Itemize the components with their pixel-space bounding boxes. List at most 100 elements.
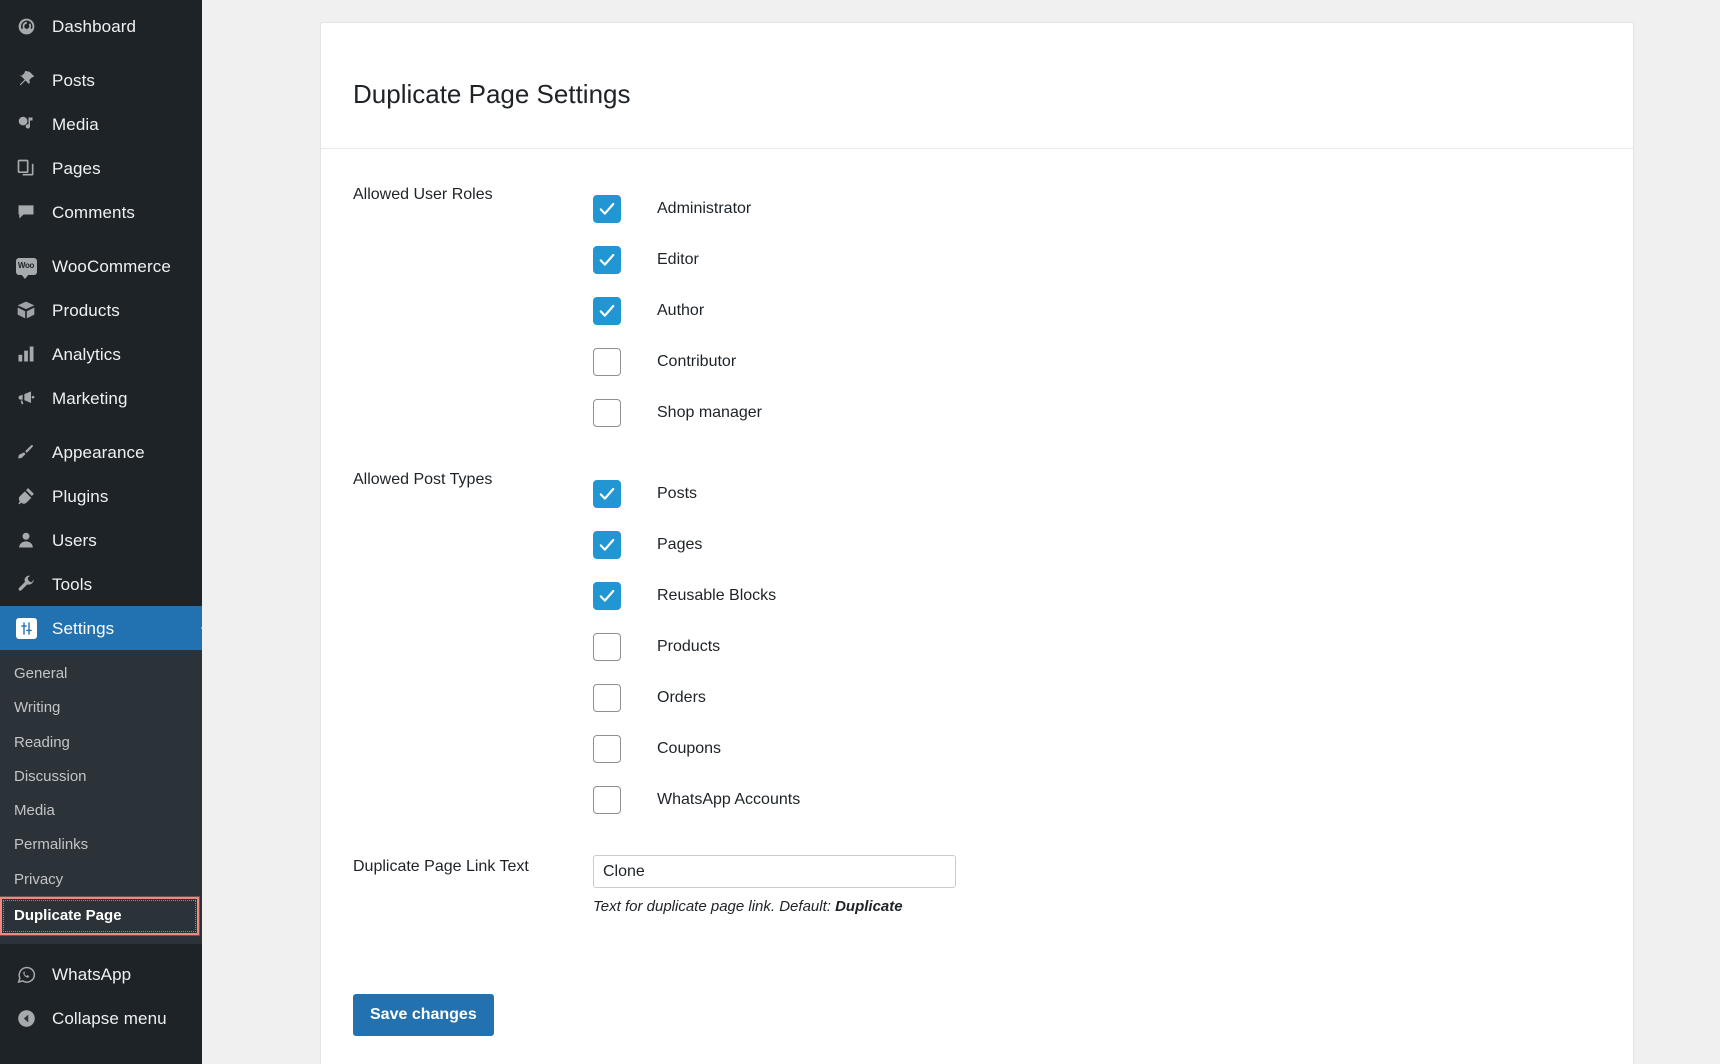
checkbox-label: Reusable Blocks	[657, 586, 777, 604]
checkbox-row-orders[interactable]: Orders	[593, 672, 1633, 723]
checkbox-reusable-blocks[interactable]	[593, 581, 621, 610]
field-allowed-user-roles: Allowed User Roles Administrator Editor …	[353, 183, 1633, 438]
sidebar-item-comments[interactable]: Comments	[0, 190, 202, 234]
settings-card: Duplicate Page Settings Allowed User Rol…	[320, 22, 1634, 1064]
sidebar-item-label: Analytics	[52, 344, 121, 364]
checkbox-products[interactable]	[593, 632, 621, 661]
checkbox-label: Coupons	[657, 739, 722, 757]
field-allowed-post-types: Allowed Post Types Posts Pages Reusable …	[353, 468, 1633, 825]
submenu-item-duplicate-page[interactable]: Duplicate Page	[0, 896, 199, 935]
sidebar-item-label: Comments	[52, 202, 135, 222]
checkbox-whatsapp-accounts[interactable]	[593, 785, 621, 814]
sidebar-item-label: Users	[52, 530, 97, 550]
plug-icon	[10, 486, 42, 506]
checkbox-administrator[interactable]	[593, 194, 621, 223]
checkbox-label: Products	[657, 637, 721, 655]
box-icon	[10, 300, 42, 320]
submenu-item-discussion[interactable]: Discussion	[0, 760, 202, 794]
checkbox-row-whatsapp-accounts[interactable]: WhatsApp Accounts	[593, 774, 1633, 825]
checkbox-label: Author	[657, 301, 705, 319]
submenu-item-writing[interactable]: Writing	[0, 691, 202, 725]
settings-submenu: General Writing Reading Discussion Media…	[0, 650, 202, 944]
wordpress-admin-screen: Dashboard Posts Media Pages Comments Woo…	[0, 0, 1720, 1064]
field-label-allowed-user-roles: Allowed User Roles	[353, 186, 493, 203]
menu-separator	[0, 420, 202, 430]
save-changes-button[interactable]: Save changes	[353, 994, 494, 1036]
user-icon	[10, 530, 42, 550]
field-label-allowed-post-types: Allowed Post Types	[353, 471, 493, 488]
checkbox-row-editor[interactable]: Editor	[593, 234, 1633, 285]
card-header: Duplicate Page Settings	[321, 23, 1633, 149]
sidebar-item-media[interactable]: Media	[0, 102, 202, 146]
sidebar-item-appearance[interactable]: Appearance	[0, 430, 202, 474]
comment-icon	[10, 202, 42, 222]
sidebar-item-collapse-menu[interactable]: Collapse menu	[0, 996, 202, 1040]
link-text-help: Text for duplicate page link. Default: D…	[593, 898, 1633, 915]
submenu-item-general[interactable]: General	[0, 657, 202, 691]
sidebar-item-label: Plugins	[52, 486, 109, 506]
checkbox-row-coupons[interactable]: Coupons	[593, 723, 1633, 774]
sidebar-item-analytics[interactable]: Analytics	[0, 332, 202, 376]
checkbox-contributor[interactable]	[593, 347, 621, 376]
sidebar-item-products[interactable]: Products	[0, 288, 202, 332]
megaphone-icon	[10, 388, 42, 408]
sidebar-item-settings[interactable]: Settings	[0, 606, 202, 650]
submenu-item-permalinks[interactable]: Permalinks	[0, 828, 202, 862]
field-duplicate-page-link-text: Duplicate Page Link Text Text for duplic…	[353, 855, 1633, 915]
checkbox-label: Posts	[657, 484, 698, 502]
settings-form: Allowed User Roles Administrator Editor …	[321, 149, 1633, 1036]
sidebar-item-marketing[interactable]: Marketing	[0, 376, 202, 420]
checkbox-row-products[interactable]: Products	[593, 621, 1633, 672]
checkbox-label: Shop manager	[657, 403, 762, 421]
woo-icon: Woo	[10, 257, 42, 279]
checkbox-row-reusable-blocks[interactable]: Reusable Blocks	[593, 570, 1633, 621]
link-text-input[interactable]	[593, 855, 956, 888]
sidebar-bottom-group: WhatsApp Collapse menu	[0, 944, 202, 1040]
sidebar-item-pages[interactable]: Pages	[0, 146, 202, 190]
sidebar-item-label: Marketing	[52, 388, 128, 408]
checkbox-orders[interactable]	[593, 683, 621, 712]
wrench-icon	[10, 574, 42, 594]
sidebar-item-woocommerce[interactable]: Woo WooCommerce	[0, 244, 202, 288]
checkbox-shop-manager[interactable]	[593, 398, 621, 427]
checkbox-row-administrator[interactable]: Administrator	[593, 183, 1633, 234]
menu-separator	[0, 48, 202, 58]
checkbox-row-author[interactable]: Author	[593, 285, 1633, 336]
submenu-item-reading[interactable]: Reading	[0, 726, 202, 760]
checkbox-row-shop-manager[interactable]: Shop manager	[593, 387, 1633, 438]
pages-icon	[10, 158, 42, 178]
menu-separator	[0, 234, 202, 244]
sidebar-item-label: Media	[52, 114, 99, 134]
checkbox-coupons[interactable]	[593, 734, 621, 763]
sidebar-item-plugins[interactable]: Plugins	[0, 474, 202, 518]
sidebar-item-tools[interactable]: Tools	[0, 562, 202, 606]
checkbox-label: Contributor	[657, 352, 737, 370]
checkbox-label: WhatsApp Accounts	[657, 790, 801, 808]
checkbox-row-posts[interactable]: Posts	[593, 468, 1633, 519]
checkbox-pages[interactable]	[593, 530, 621, 559]
checkbox-editor[interactable]	[593, 245, 621, 274]
pin-icon	[10, 70, 42, 90]
sidebar-item-dashboard[interactable]: Dashboard	[0, 4, 202, 48]
submenu-item-privacy[interactable]: Privacy	[0, 863, 202, 897]
bar-chart-icon	[10, 344, 42, 364]
sidebar-item-label: Collapse menu	[52, 1008, 167, 1028]
sidebar-item-label: Appearance	[52, 442, 145, 462]
dashboard-icon	[10, 16, 42, 37]
user-roles-checkbox-group: Administrator Editor Author Contributor …	[593, 183, 1633, 438]
link-text-control: Text for duplicate page link. Default: D…	[593, 855, 1633, 915]
sidebar-item-whatsapp[interactable]: WhatsApp	[0, 952, 202, 996]
submenu-item-media[interactable]: Media	[0, 794, 202, 828]
sidebar-item-users[interactable]: Users	[0, 518, 202, 562]
whatsapp-icon	[10, 964, 42, 985]
checkbox-row-contributor[interactable]: Contributor	[593, 336, 1633, 387]
checkbox-posts[interactable]	[593, 479, 621, 508]
sidebar-item-posts[interactable]: Posts	[0, 58, 202, 102]
field-label-link-text: Duplicate Page Link Text	[353, 858, 529, 875]
checkbox-row-pages[interactable]: Pages	[593, 519, 1633, 570]
checkbox-author[interactable]	[593, 296, 621, 325]
admin-sidebar: Dashboard Posts Media Pages Comments Woo…	[0, 0, 202, 1064]
sidebar-item-label: Dashboard	[52, 16, 137, 36]
